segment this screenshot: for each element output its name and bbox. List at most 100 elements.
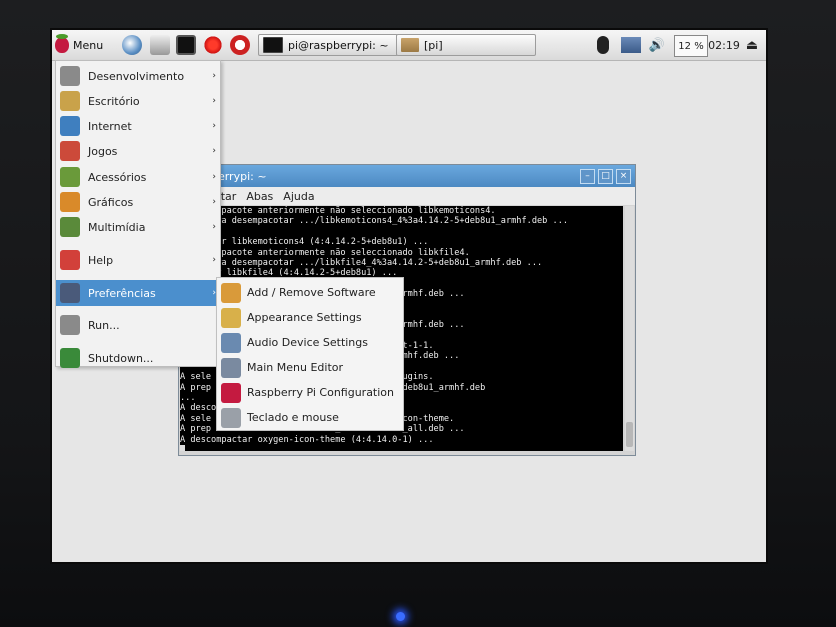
terminal-line: A descompactar oxygen-icon-theme (4:4.14…	[180, 434, 434, 445]
terminal-titlebar[interactable]: raspberrypi: ~	[179, 165, 635, 187]
main-menu-item-label: Gráficos	[88, 195, 134, 209]
task-label: pi@raspberrypi: ~	[288, 38, 389, 52]
cursor	[180, 444, 185, 451]
main-menu-item-label: Preferências	[88, 286, 156, 300]
terminal-line: compactar libkemoticons4 (4:4.14.2-5+deb…	[180, 237, 429, 248]
bluetooth-icon[interactable]	[596, 35, 610, 55]
chevron-right-icon: ›	[212, 121, 216, 131]
terminal-icon	[263, 37, 283, 53]
chevron-right-icon: ›	[212, 71, 216, 81]
main-menu-item[interactable]: Acessórios ›	[56, 164, 220, 190]
menu-button[interactable]: Menu	[55, 33, 115, 57]
accessories-icon	[60, 167, 80, 187]
taskbar-task-terminal[interactable]: pi@raspberrypi: ~	[258, 34, 398, 56]
maximize-icon[interactable]: □	[598, 169, 613, 184]
submenu-item[interactable]: Audio Device Settings	[217, 330, 403, 355]
main-menu-item[interactable]: Preferências ›	[56, 280, 220, 306]
menu-help[interactable]: Ajuda	[283, 190, 314, 203]
taskbar: Menu pi@raspberrypi: ~ [pi] 🔊 12 % 02:19…	[52, 30, 766, 61]
menu-tabs[interactable]: Abas	[246, 190, 273, 203]
chevron-right-icon: ›	[212, 222, 216, 232]
graphics-icon	[60, 192, 80, 212]
main-menu-item[interactable]: Gráficos ›	[56, 189, 220, 215]
raspberry-icon	[55, 34, 69, 53]
main-menu-item-label: Run...	[88, 318, 120, 332]
clock: 02:19	[708, 35, 740, 55]
folder-icon	[401, 38, 419, 52]
submenu-item[interactable]: Add / Remove Software	[217, 280, 403, 305]
wolfram-icon[interactable]	[230, 35, 250, 55]
development-icon	[60, 66, 80, 86]
eject-icon[interactable]: ⏏	[742, 35, 762, 55]
minimize-icon[interactable]: –	[580, 169, 595, 184]
main-menu-item-label: Desenvolvimento	[88, 69, 185, 83]
submenu-item-label: Audio Device Settings	[247, 336, 368, 349]
submenu-item[interactable]: Raspberry Pi Configuration	[217, 380, 403, 405]
chevron-right-icon: ›	[212, 172, 216, 182]
main-menu-item[interactable]: Jogos ›	[56, 138, 220, 164]
preferences-submenu: Add / Remove Software Appearance Settings…	[216, 277, 404, 431]
main-menu-item[interactable]: Multimídia ›	[56, 214, 220, 240]
terminal-icon[interactable]	[176, 35, 196, 55]
cpu-monitor: 12 %	[674, 35, 708, 57]
main-menu: Desenvolvimento › Escritório › Internet › Jogo…	[55, 60, 221, 368]
shutdown-icon	[60, 348, 80, 368]
main-menu-item[interactable]: Escritório ›	[56, 88, 220, 114]
submenu-item[interactable]: Teclado e mouse	[217, 405, 403, 430]
menu-editor-icon	[221, 357, 241, 378]
main-menu-item-label: Jogos	[88, 144, 118, 158]
main-menu-item[interactable]: Internet ›	[56, 113, 220, 139]
submenu-item[interactable]: Main Menu Editor	[217, 355, 403, 380]
main-menu-item[interactable]: Help ›	[56, 247, 220, 273]
browser-icon[interactable]	[122, 35, 142, 55]
help-icon	[60, 250, 80, 270]
main-menu-item-label: Shutdown...	[88, 351, 154, 365]
task-label: [pi]	[424, 38, 443, 52]
submenu-item-label: Appearance Settings	[247, 311, 362, 324]
menu-button-label: Menu	[73, 38, 104, 52]
globe-icon	[60, 116, 80, 136]
file-manager-icon[interactable]	[150, 35, 170, 55]
taskbar-task-folder[interactable]: [pi]	[396, 34, 536, 56]
appearance-icon	[221, 307, 241, 328]
submenu-item-label: Raspberry Pi Configuration	[247, 386, 395, 399]
network-icon[interactable]	[620, 35, 642, 55]
terminal-scrollbar[interactable]	[625, 206, 634, 451]
main-menu-item-label: Help	[88, 253, 114, 267]
multimedia-icon	[60, 217, 80, 237]
main-menu-item[interactable]: Shutdown...	[56, 345, 220, 371]
volume-icon[interactable]: 🔊	[648, 35, 666, 55]
main-menu-item-label: Multimídia	[88, 220, 146, 234]
submenu-item-label: Add / Remove Software	[247, 286, 376, 299]
chevron-right-icon: ›	[212, 146, 216, 156]
chevron-right-icon: ›	[212, 197, 216, 207]
terminal-line: ecionar pacote anteriormente não selecci…	[180, 206, 496, 216]
main-menu-item[interactable]: Run...	[56, 312, 220, 338]
terminal-prompt	[180, 444, 623, 451]
run-icon	[60, 315, 80, 335]
keyboard-mouse-icon	[221, 407, 241, 428]
preferences-icon	[60, 283, 80, 303]
package-icon	[221, 282, 241, 303]
submenu-item-label: Teclado e mouse	[247, 411, 339, 424]
main-menu-item-label: Escritório	[88, 94, 140, 108]
main-menu-item[interactable]: Desenvolvimento ›	[56, 63, 220, 89]
clock-text: 02:19	[708, 38, 740, 52]
terminal-line: arar para desempacotar .../libkfile4_4%3…	[180, 257, 543, 268]
cpu-usage-text: 12 %	[678, 40, 704, 52]
terminal-line: arar para desempacotar .../libkemoticons…	[180, 216, 569, 227]
chevron-right-icon: ›	[212, 96, 216, 106]
office-icon	[60, 91, 80, 111]
main-menu-item-label: Internet	[88, 119, 132, 133]
submenu-item[interactable]: Appearance Settings	[217, 305, 403, 330]
games-icon	[60, 141, 80, 161]
mathematica-icon[interactable]	[203, 35, 223, 55]
audio-icon	[221, 332, 241, 353]
chevron-right-icon: ›	[212, 255, 216, 265]
terminal-menubar: o Editar Abas Ajuda	[179, 187, 635, 205]
submenu-item-label: Main Menu Editor	[247, 361, 344, 374]
close-icon[interactable]: ×	[616, 169, 631, 184]
desktop-screen: Menu pi@raspberrypi: ~ [pi] 🔊 12 % 02:19…	[52, 30, 766, 562]
power-led	[396, 612, 405, 621]
